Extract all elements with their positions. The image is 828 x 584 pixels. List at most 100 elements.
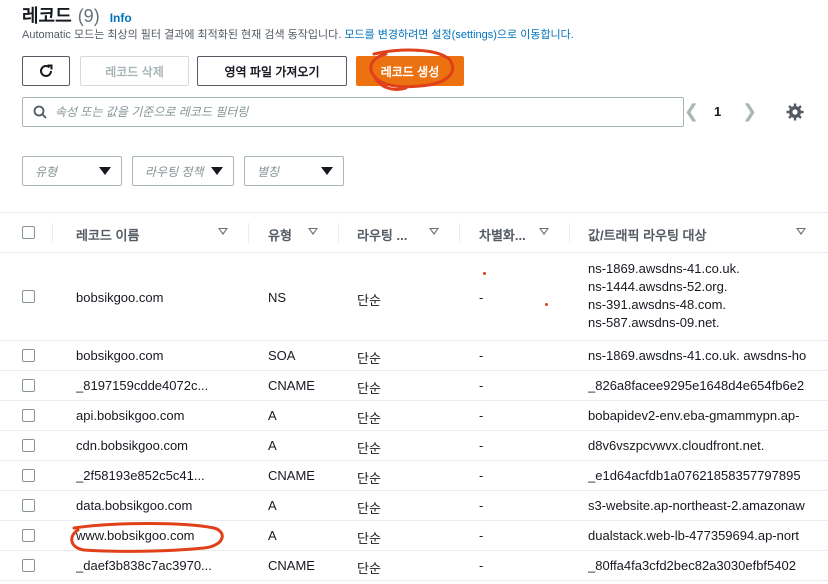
row-checkbox[interactable] <box>22 529 35 542</box>
record-name: _2f58193e852c5c41... <box>76 468 205 483</box>
search-input[interactable] <box>55 105 655 119</box>
import-zone-file-button[interactable]: 영역 파일 가져오기 <box>197 56 347 86</box>
record-value: _80ffa4fa3cfd2bec82a3030efbf5402 <box>588 558 796 573</box>
previous-page-icon[interactable]: ❮ <box>684 101 699 122</box>
sort-icon[interactable] <box>796 228 806 235</box>
row-checkbox[interactable] <box>22 499 35 512</box>
type-filter-select[interactable]: 유형 <box>22 156 122 186</box>
differentiator: - <box>479 438 484 453</box>
record-name: api.bobsikgoo.com <box>76 408 185 423</box>
sort-icon[interactable] <box>429 228 439 235</box>
table-row[interactable]: bobsikgoo.com SOA 단순 - ns-1869.awsdns-41… <box>0 341 828 371</box>
table-header: 레코드 이름 유형 라우팅 ... 차별화... 값/트래픽 라우팅 대상 <box>0 213 828 253</box>
record-value: d8v6vszpcvwvx.cloudfront.net. <box>588 438 765 453</box>
description-text: Automatic 모드는 최상의 필터 결과에 최적화된 현재 검색 동작입니… <box>22 29 342 41</box>
row-checkbox[interactable] <box>22 469 35 482</box>
column-header-record-name[interactable]: 레코드 이름 <box>76 225 139 244</box>
record-name: bobsikgoo.com <box>76 290 164 305</box>
routing-policy: 단순 <box>357 441 381 456</box>
record-value: ns-1869.awsdns-41.co.uk. awsdns-ho <box>588 348 807 363</box>
table-row[interactable]: cdn.bobsikgoo.com A 단순 - d8v6vszpcvwvx.c… <box>0 431 828 461</box>
sort-icon[interactable] <box>539 228 549 235</box>
sort-icon[interactable] <box>308 228 318 235</box>
column-header-type[interactable]: 유형 <box>268 225 292 244</box>
table-row[interactable]: www.bobsikgoo.com A 단순 - dualstack.web-l… <box>0 521 828 551</box>
row-checkbox[interactable] <box>22 349 35 362</box>
column-header-routing[interactable]: 라우팅 ... <box>357 225 407 244</box>
row-checkbox[interactable] <box>22 559 35 572</box>
annotation-dot <box>483 272 486 275</box>
column-divider <box>248 223 249 243</box>
table-row[interactable]: _8197159cdde4072c... CNAME 단순 - _826a8fa… <box>0 371 828 401</box>
differentiator: - <box>479 290 484 305</box>
row-checkbox[interactable] <box>22 290 35 303</box>
record-type: A <box>268 438 277 453</box>
row-checkbox[interactable] <box>22 379 35 392</box>
differentiator: - <box>479 468 484 483</box>
differentiator: - <box>479 408 484 423</box>
info-link[interactable]: Info <box>110 11 132 25</box>
alias-filter-select[interactable]: 별칭 <box>244 156 344 186</box>
record-type: NS <box>268 290 287 305</box>
record-value: s3-website.ap-northeast-2.amazonaw <box>588 498 805 513</box>
record-value: ns-1869.awsdns-41.co.uk. ns-1444.awsdns-… <box>588 260 828 332</box>
record-type: A <box>268 498 277 513</box>
record-value: _e1d64acfdb1a07621858357797895 <box>588 468 801 483</box>
next-page-icon[interactable]: ❯ <box>742 101 757 122</box>
routing-policy: 단순 <box>357 531 381 546</box>
column-header-differentiator[interactable]: 차별화... <box>479 225 526 244</box>
row-checkbox[interactable] <box>22 439 35 452</box>
column-divider <box>459 223 460 243</box>
page-title: 레코드 <box>22 6 72 26</box>
table-row[interactable]: api.bobsikgoo.com A 단순 - bobapidev2-env.… <box>0 401 828 431</box>
record-name: _8197159cdde4072c... <box>76 378 209 393</box>
create-record-button[interactable]: 레코드 생성 <box>356 56 464 86</box>
record-type: CNAME <box>268 378 315 393</box>
table-row[interactable]: _2f58193e852c5c41... CNAME 단순 - _e1d64ac… <box>0 461 828 491</box>
routing-policy: 단순 <box>357 501 381 516</box>
row-checkbox[interactable] <box>22 409 35 422</box>
routing-policy: 단순 <box>357 293 381 308</box>
table-row[interactable]: data.bobsikgoo.com A 단순 - s3-website.ap-… <box>0 491 828 521</box>
routing-policy: 단순 <box>357 381 381 396</box>
routing-policy: 단순 <box>357 471 381 486</box>
routing-policy: 단순 <box>357 561 381 576</box>
routing-policy-filter-select[interactable]: 라우팅 정책 <box>132 156 234 186</box>
record-name: cdn.bobsikgoo.com <box>76 438 189 453</box>
current-page[interactable]: 1 <box>714 104 721 119</box>
value-line: ns-1869.awsdns-41.co.uk. <box>588 261 740 276</box>
differentiator: - <box>479 528 484 543</box>
settings-link[interactable]: 모드를 변경하려면 설정(settings)으로 이동합니다. <box>344 29 574 41</box>
record-name: bobsikgoo.com <box>76 348 164 363</box>
search-icon <box>33 105 47 119</box>
select-all-checkbox[interactable] <box>22 226 35 239</box>
delete-record-button[interactable]: 레코드 삭제 <box>80 56 189 86</box>
differentiator: - <box>479 498 484 513</box>
column-header-value[interactable]: 값/트래픽 라우팅 대상 <box>588 225 706 244</box>
value-line: ns-391.awsdns-48.com. <box>588 297 727 312</box>
page-header: 레코드 (9) Info <box>22 2 132 28</box>
differentiator: - <box>479 378 484 393</box>
caret-down-icon <box>211 167 223 175</box>
record-value: bobapidev2-env.eba-gmammypn.ap- <box>588 408 800 423</box>
table-row[interactable]: bobsikgoo.com NS 단순 - ns-1869.awsdns-41.… <box>0 253 828 341</box>
gear-icon[interactable] <box>785 102 805 122</box>
value-line: ns-587.awsdns-09.net. <box>588 315 720 330</box>
column-divider <box>338 223 339 243</box>
refresh-icon <box>40 64 53 77</box>
record-count: (9) <box>77 6 100 26</box>
caret-down-icon <box>99 167 111 175</box>
record-type: SOA <box>268 348 296 363</box>
record-type: CNAME <box>268 558 315 573</box>
column-divider <box>52 223 53 243</box>
table-row[interactable]: _daef3b838c7ac3970... CNAME 단순 - _80ffa4… <box>0 551 828 581</box>
record-value: _826a8facee9295e1648d4e654fb6e2 <box>588 378 805 393</box>
routing-policy-filter-label: 라우팅 정책 <box>145 164 204 179</box>
record-filter-box[interactable] <box>22 97 684 127</box>
record-name: _daef3b838c7ac3970... <box>76 558 212 573</box>
annotation-dot <box>545 303 548 306</box>
sort-icon[interactable] <box>218 228 228 235</box>
refresh-button[interactable] <box>22 56 70 86</box>
record-name: www.bobsikgoo.com <box>76 528 195 543</box>
record-value: dualstack.web-lb-477359694.ap-nort <box>588 528 800 543</box>
